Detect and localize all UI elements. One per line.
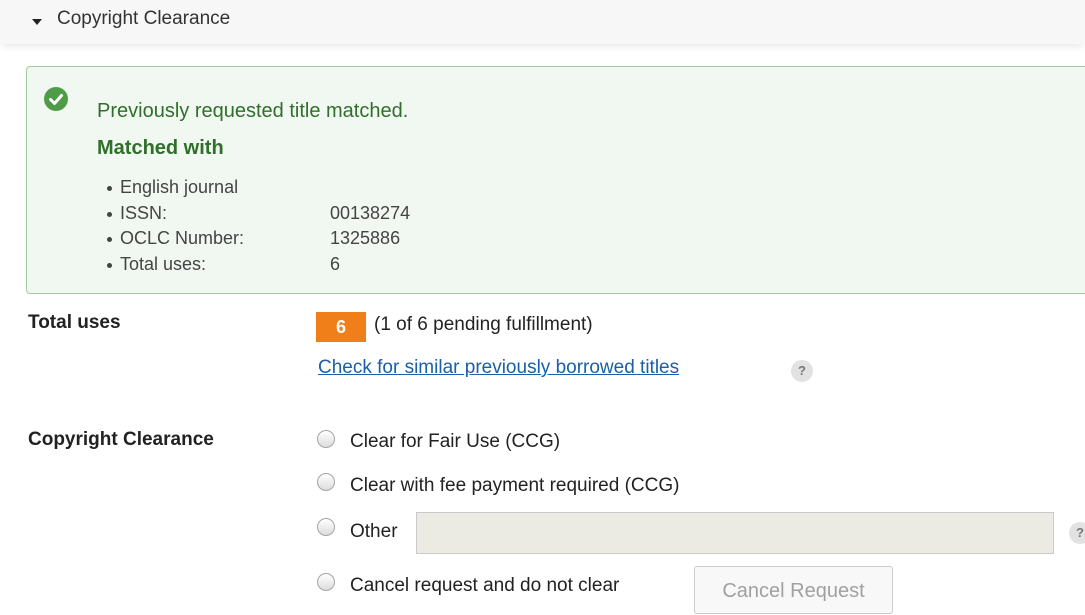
matched-title-text: English journal — [120, 177, 239, 197]
issn-value: 00138274 — [330, 202, 411, 223]
radio-fee-payment-label[interactable]: Clear with fee payment required (CCG) — [350, 475, 679, 497]
total-uses-row-label: Total uses — [28, 312, 121, 333]
cancel-request-button[interactable]: Cancel Request — [694, 566, 893, 614]
copyright-clearance-label: Copyright Clearance — [28, 429, 214, 450]
radio-fair-use-label[interactable]: Clear for Fair Use (CCG) — [350, 431, 560, 453]
other-reason-input[interactable] — [416, 512, 1054, 554]
bullet-icon — [107, 186, 112, 191]
radio-other-label[interactable]: Other — [350, 521, 398, 543]
total-uses-value: 6 — [330, 253, 341, 274]
section-header[interactable]: Copyright Clearance — [0, 0, 1085, 44]
check-similar-titles-link[interactable]: Check for similar previously borrowed ti… — [318, 357, 679, 379]
matched-details-list: English journal ISSN: 00138274 OCLC Numb… — [107, 175, 410, 278]
oclc-value: 1325886 — [330, 228, 401, 248]
radio-fair-use[interactable] — [317, 430, 335, 448]
issn-label: ISSN: — [120, 202, 168, 223]
section-title[interactable]: Copyright Clearance — [57, 8, 230, 30]
caret-down-icon[interactable] — [32, 19, 42, 25]
bullet-icon — [107, 211, 112, 217]
pending-fulfillment-text: (1 of 6 pending fulfillment) — [374, 314, 593, 335]
bullet-icon — [107, 262, 112, 268]
bullet-icon — [107, 237, 112, 242]
match-success-alert: Previously requested title matched. Matc… — [26, 66, 1085, 294]
total-uses-label: Total uses: — [120, 253, 207, 274]
help-icon[interactable]: ? — [791, 360, 813, 382]
alert-message: Previously requested title matched. — [97, 100, 409, 122]
list-item: OCLC Number: 1325886 — [107, 226, 400, 252]
list-item: ISSN: 00138274 — [107, 201, 410, 227]
radio-cancel-request[interactable] — [317, 573, 335, 591]
radio-other[interactable] — [317, 518, 335, 536]
other-help-icon[interactable]: ? — [1069, 522, 1085, 544]
matched-with-heading: Matched with — [97, 137, 224, 159]
list-item: English journal — [107, 175, 244, 201]
total-uses-badge: 6 — [316, 312, 366, 342]
radio-fee-payment[interactable] — [317, 473, 335, 491]
radio-cancel-request-label[interactable]: Cancel request and do not clear — [350, 575, 619, 597]
list-item: Total uses: 6 — [107, 252, 340, 278]
check-circle-icon — [44, 87, 68, 111]
oclc-label: OCLC Number: — [120, 228, 245, 248]
